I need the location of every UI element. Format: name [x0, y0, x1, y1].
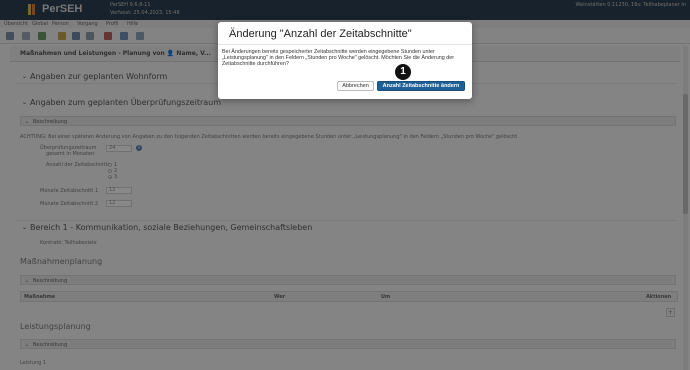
confirm-change-button[interactable]: Anzahl Zeitabschnitte ändern: [377, 81, 465, 91]
dialog-title: Änderung "Anzahl der Zeitabschnitte": [229, 28, 412, 40]
step-marker-badge: 1: [395, 64, 411, 80]
confirm-dialog: Änderung "Anzahl der Zeitabschnitte" Bei…: [218, 22, 472, 99]
dialog-message: Bei Änderungen bereits gespeicherter Zei…: [222, 49, 455, 68]
dialog-divider: [218, 44, 472, 45]
cancel-button[interactable]: Abbrechen: [337, 81, 374, 91]
